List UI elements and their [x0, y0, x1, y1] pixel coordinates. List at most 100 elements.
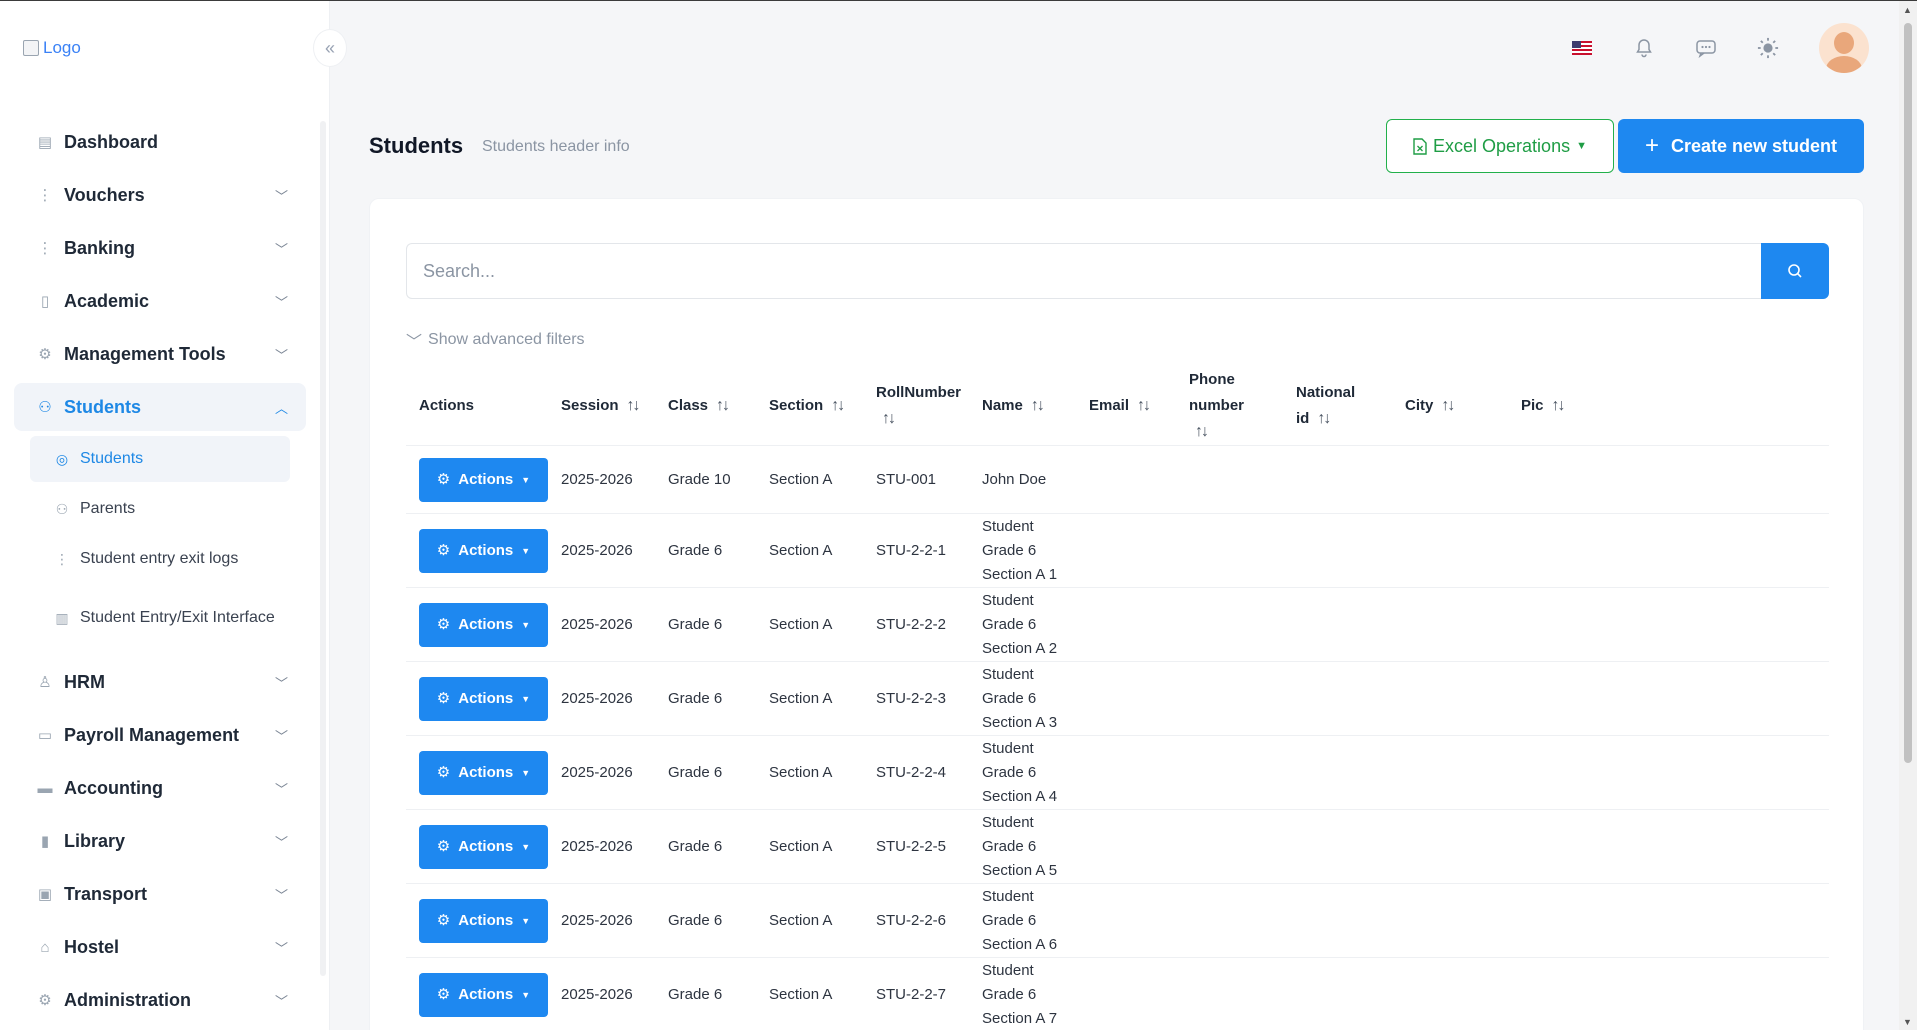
table-row: ⚙ Actions ▼ 2025-2026 Grade 6 Section A ST…	[406, 587, 1829, 662]
theme-toggle-button[interactable]	[1757, 37, 1779, 59]
sort-icon: ↑↓	[1137, 397, 1151, 414]
chevron-down-icon: ﹀	[274, 728, 288, 744]
excel-operations-button[interactable]: Excel Operations ▼	[1386, 119, 1614, 173]
logo[interactable]: Logo	[23, 37, 81, 59]
advanced-filters-toggle[interactable]: ﹀ Show advanced filters	[406, 328, 585, 352]
col-class[interactable]: Class ↑↓	[655, 367, 756, 446]
create-student-button[interactable]: + Create new student	[1618, 119, 1864, 173]
rollnumber-cell: STU-2-2-7	[863, 957, 969, 1030]
sidebar-item-library[interactable]: ▮ Library ﹀	[14, 817, 306, 865]
sidebar-subitem-students[interactable]: ◎ Students	[30, 436, 290, 482]
sidebar-subitem-entry-exit-interface[interactable]: ▥ Student Entry/Exit Interface	[30, 586, 290, 650]
row-actions-button[interactable]: ⚙ Actions ▼	[419, 676, 548, 721]
row-actions-button[interactable]: ⚙ Actions ▼	[419, 602, 548, 647]
class-cell: Grade 6	[655, 587, 756, 662]
sidebar-subitem-label: Students	[80, 450, 144, 467]
rollnumber-cell: STU-2-2-3	[863, 661, 969, 736]
row-actions-button[interactable]: ⚙ Actions ▼	[419, 457, 548, 502]
sidebar-item-label: Administration	[64, 989, 192, 1010]
sidebar-item-label: Management Tools	[64, 343, 226, 364]
col-rollnumber[interactable]: RollNumber ↑↓	[863, 367, 969, 446]
class-cell: Grade 10	[655, 445, 756, 514]
actions-cell: ⚙ Actions ▼	[406, 445, 548, 514]
sidebar-subitem-parents[interactable]: ⚇ Parents	[30, 486, 290, 532]
sidebar-item-accounting[interactable]: ▬ Accounting ﹀	[14, 764, 306, 812]
sidebar-item-administration[interactable]: ⚙ Administration ﹀	[14, 976, 306, 1024]
scroll-down-arrow-icon[interactable]: ▼	[1903, 1017, 1912, 1027]
pic-cell	[1508, 661, 1829, 736]
scrollbar-thumb[interactable]	[1904, 23, 1912, 763]
students-table: Actions Session ↑↓ Class ↑↓ Section ↑↓ Roll…	[406, 367, 1829, 1030]
col-email[interactable]: Email ↑↓	[1076, 367, 1176, 446]
page-scrollbar[interactable]: ▲ ▼	[1899, 1, 1917, 1030]
chart-icon: ▤	[37, 134, 53, 151]
row-actions-button[interactable]: ⚙ Actions ▼	[419, 528, 548, 573]
row-actions-button[interactable]: ⚙ Actions ▼	[419, 750, 548, 795]
row-actions-button[interactable]: ⚙ Actions ▼	[419, 898, 548, 943]
sidebar-item-dashboard[interactable]: ▤ Dashboard	[14, 118, 306, 166]
name-cell: Student Grade 6 Section A 4	[969, 735, 1076, 810]
sidebar-item-label: Banking	[64, 237, 136, 258]
session-cell: 2025-2026	[548, 513, 655, 588]
row-actions-button[interactable]: ⚙ Actions ▼	[419, 972, 548, 1017]
user-avatar[interactable]	[1819, 23, 1869, 73]
language-flag-button[interactable]	[1571, 37, 1593, 59]
collapse-sidebar-button[interactable]: «	[313, 29, 347, 67]
col-section[interactable]: Section ↑↓	[756, 367, 863, 446]
sidebar-scrollbar[interactable]	[320, 121, 326, 976]
row-actions-label: Actions	[458, 470, 514, 488]
col-actions: Actions	[406, 367, 548, 446]
col-national-id[interactable]: National id ↑↓	[1283, 367, 1392, 446]
chat-icon	[1696, 40, 1716, 58]
scroll-up-arrow-icon[interactable]: ▲	[1903, 5, 1912, 15]
rollnumber-cell: STU-2-2-1	[863, 513, 969, 588]
email-cell	[1076, 661, 1176, 736]
table-row: ⚙ Actions ▼ 2025-2026 Grade 6 Section A ST…	[406, 513, 1829, 588]
col-city[interactable]: City ↑↓	[1392, 367, 1508, 446]
national-id-cell	[1283, 587, 1392, 662]
phone-cell	[1176, 883, 1283, 958]
row-actions-label: Actions	[458, 985, 514, 1003]
col-email-label: Email	[1089, 397, 1130, 414]
col-phone[interactable]: Phone number ↑↓	[1176, 367, 1283, 446]
section-cell: Section A	[756, 883, 863, 958]
search-button[interactable]	[1761, 243, 1829, 299]
sidebar-item-hostel[interactable]: ⌂ Hostel ﹀	[14, 923, 306, 971]
sidebar-subitem-label: Parents	[80, 500, 136, 517]
gear-icon: ⚙	[38, 346, 52, 363]
sidebar-item-payroll[interactable]: ▭ Payroll Management ﹀	[14, 711, 306, 759]
search-input[interactable]	[406, 243, 1761, 299]
logo-alt-text: Logo	[43, 38, 81, 57]
actions-cell: ⚙ Actions ▼	[406, 883, 548, 958]
sidebar-item-hrm[interactable]: ♙ HRM ﹀	[14, 658, 306, 706]
row-actions-label: Actions	[458, 541, 514, 559]
sidebar-item-label: Vouchers	[64, 184, 145, 205]
national-id-cell	[1283, 957, 1392, 1030]
row-actions-button[interactable]: ⚙ Actions ▼	[419, 824, 548, 869]
sidebar-item-academic[interactable]: ▯ Academic ﹀	[14, 277, 306, 325]
col-session[interactable]: Session ↑↓	[548, 367, 655, 446]
phone-cell	[1176, 445, 1283, 514]
bus-icon: ▣	[37, 886, 53, 903]
email-cell	[1076, 735, 1176, 810]
col-name[interactable]: Name ↑↓	[969, 367, 1076, 446]
gear-icon: ⚙	[436, 689, 451, 707]
chevron-down-icon: ﹀	[274, 347, 288, 363]
caret-down-icon: ▼	[521, 474, 531, 485]
sidebar-item-banking[interactable]: ⋮ Banking ﹀	[14, 224, 306, 272]
messages-button[interactable]	[1695, 37, 1717, 59]
col-pic[interactable]: Pic ↑↓	[1508, 367, 1829, 446]
name-cell: Student Grade 6 Section A 6	[969, 883, 1076, 958]
sidebar-item-vouchers[interactable]: ⋮ Vouchers ﹀	[14, 171, 306, 219]
sidebar-item-label: Students	[64, 396, 142, 417]
notifications-button[interactable]	[1633, 37, 1655, 59]
table-row: ⚙ Actions ▼ 2025-2026 Grade 6 Section A ST…	[406, 735, 1829, 810]
students-submenu: ◎ Students ⚇ Parents ⋮ Student entry exi…	[30, 436, 290, 650]
col-phone-label: Phone number	[1189, 371, 1245, 414]
sidebar-item-management-tools[interactable]: ⚙ Management Tools ﹀	[14, 330, 306, 378]
users-icon: ⚇	[55, 501, 69, 517]
sidebar-item-transport[interactable]: ▣ Transport ﹀	[14, 870, 306, 918]
sidebar-item-students[interactable]: ⚇ Students ︿	[14, 383, 306, 431]
chevron-down-icon: ﹀	[274, 781, 288, 797]
sidebar-subitem-entry-exit-logs[interactable]: ⋮ Student entry exit logs	[30, 536, 290, 582]
